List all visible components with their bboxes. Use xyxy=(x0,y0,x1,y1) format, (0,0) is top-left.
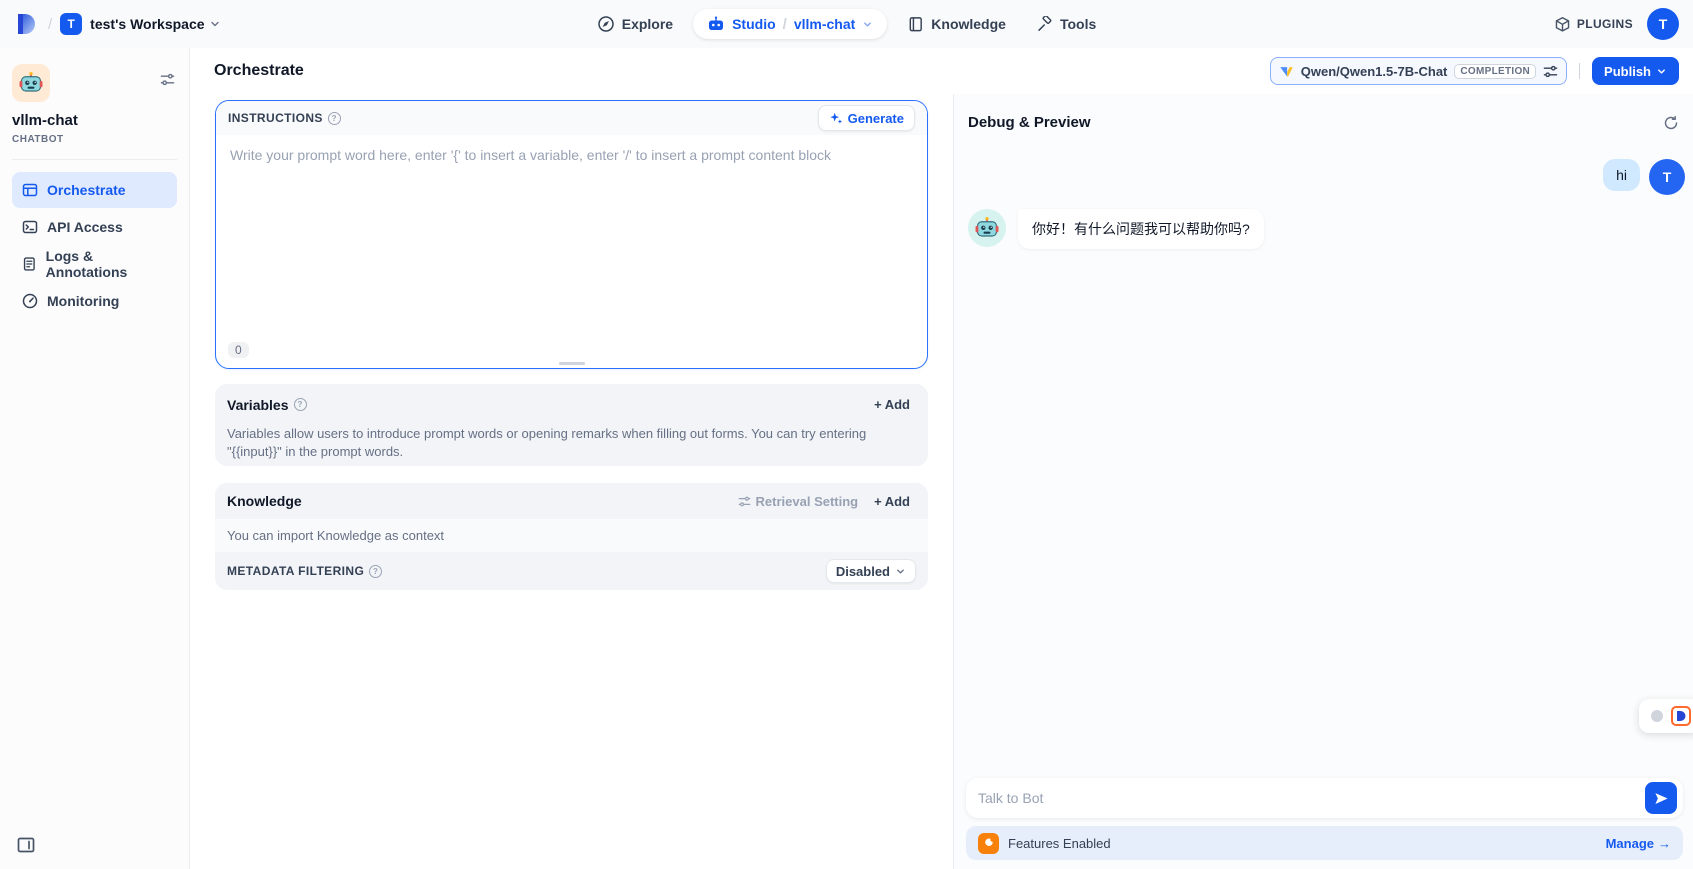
publish-button[interactable]: Publish xyxy=(1592,57,1679,85)
prompt-editor-input[interactable]: Write your prompt word here, enter '{' t… xyxy=(216,135,927,335)
features-bar: Features Enabled Manage → xyxy=(966,826,1683,860)
knowledge-section: Knowledge Retrieval Setting + Add xyxy=(215,483,928,590)
manage-features-link[interactable]: Manage → xyxy=(1606,836,1671,851)
orchestrate-editor: INSTRUCTIONS ? Generate Write your promp… xyxy=(190,94,953,869)
model-selector[interactable]: Qwen/Qwen1.5-7B-Chat COMPLETION xyxy=(1270,57,1567,85)
help-icon: ? xyxy=(369,565,382,578)
app-name: vllm-chat xyxy=(12,112,177,129)
collapse-sidebar-button[interactable] xyxy=(16,835,36,855)
chevron-down-icon xyxy=(1656,66,1667,77)
page-title: Orchestrate xyxy=(214,62,304,80)
variables-description: Variables allow users to introduce promp… xyxy=(227,425,867,461)
robot-avatar-icon xyxy=(974,215,1000,241)
chat-input[interactable] xyxy=(978,790,1645,806)
send-button[interactable] xyxy=(1645,782,1677,814)
nav-explore[interactable]: Explore xyxy=(587,9,683,39)
user-chat-avatar: T xyxy=(1649,159,1685,195)
orchestrate-icon xyxy=(22,182,38,198)
nav-knowledge[interactable]: Knowledge xyxy=(897,10,1016,39)
app-operations-button[interactable] xyxy=(160,72,175,87)
widget-dot-icon xyxy=(1651,710,1663,722)
robot-avatar-icon xyxy=(18,70,44,96)
chevron-down-icon xyxy=(895,566,906,577)
studio-app-name: vllm-chat xyxy=(794,16,855,32)
chat-input-container xyxy=(966,778,1683,818)
main-header: Orchestrate Qwen/Qwen1.5-7B-Chat COMPLET… xyxy=(190,48,1693,94)
send-icon xyxy=(1654,791,1669,806)
sparkles-icon xyxy=(829,111,843,125)
variables-section: Variables ? + Add Variables allow users … xyxy=(215,384,928,466)
arrow-right-icon: → xyxy=(1658,836,1671,851)
chat-input-area: Features Enabled Manage → xyxy=(954,778,1693,869)
widget-logo-icon xyxy=(1671,706,1691,726)
user-avatar[interactable]: T xyxy=(1647,8,1679,40)
top-bar: / T test's Workspace Explore Studio / xyxy=(0,0,1693,48)
sidebar-item-orchestrate[interactable]: Orchestrate xyxy=(12,172,177,208)
sidebar-item-monitoring[interactable]: Monitoring xyxy=(12,283,177,319)
help-icon: ? xyxy=(294,398,307,411)
breadcrumb-separator: / xyxy=(48,16,52,33)
logs-icon xyxy=(22,256,37,272)
char-count-badge: 0 xyxy=(228,342,249,358)
resize-handle[interactable] xyxy=(559,362,585,365)
retrieval-setting-button[interactable]: Retrieval Setting xyxy=(738,494,859,509)
retrieval-settings-icon xyxy=(738,495,751,508)
chevron-down-icon xyxy=(209,18,221,30)
header-divider xyxy=(1579,63,1580,79)
features-icon xyxy=(978,833,999,854)
compass-icon xyxy=(597,15,615,33)
model-mode-badge: COMPLETION xyxy=(1454,64,1536,79)
metadata-filtering-title: METADATA FILTERING ? xyxy=(227,564,382,578)
chat-message-assistant: 你好！有什么问题我可以帮助你吗? xyxy=(968,209,1685,249)
nav-tools[interactable]: Tools xyxy=(1026,10,1106,39)
chevron-down-icon xyxy=(862,19,873,30)
chat-message-user: hi T xyxy=(968,159,1685,195)
plus-icon: + xyxy=(874,397,882,412)
workspace-selector[interactable]: test's Workspace xyxy=(90,16,220,32)
help-icon: ? xyxy=(328,112,341,125)
generate-button[interactable]: Generate xyxy=(818,105,915,131)
app-type-label: CHATBOT xyxy=(12,134,177,145)
add-variable-button[interactable]: + Add xyxy=(868,394,916,415)
sidebar-item-api-access[interactable]: API Access xyxy=(12,209,177,245)
hammer-icon xyxy=(1036,16,1053,33)
gauge-icon xyxy=(22,293,38,309)
dify-logo[interactable] xyxy=(14,12,40,36)
plus-icon: + xyxy=(874,494,882,509)
debug-preview-panel: Debug & Preview hi T xyxy=(953,94,1693,869)
app-avatar[interactable] xyxy=(12,64,50,102)
metadata-filtering-select[interactable]: Disabled xyxy=(826,559,916,583)
instructions-panel: INSTRUCTIONS ? Generate Write your promp… xyxy=(215,100,928,369)
package-icon xyxy=(1554,16,1571,33)
terminal-icon xyxy=(22,219,38,235)
plugins-button[interactable]: PLUGINS xyxy=(1554,16,1633,33)
user-message-bubble: hi xyxy=(1603,159,1640,191)
book-icon xyxy=(907,16,924,33)
variables-title: Variables ? xyxy=(227,397,307,413)
model-settings-icon[interactable] xyxy=(1543,64,1558,79)
bot-chat-avatar xyxy=(968,209,1006,247)
add-knowledge-button[interactable]: + Add xyxy=(868,491,916,512)
assistant-message-bubble: 你好！有什么问题我可以帮助你吗? xyxy=(1018,209,1264,249)
sidebar-divider xyxy=(12,159,177,160)
sidebar-item-logs-annotations[interactable]: Logs & Annotations xyxy=(12,246,177,282)
studio-label: Studio xyxy=(732,16,776,32)
knowledge-title: Knowledge xyxy=(227,493,302,509)
knowledge-description: You can import Knowledge as context xyxy=(215,519,928,552)
chat-area: hi T xyxy=(954,139,1693,778)
instructions-title: INSTRUCTIONS ? xyxy=(228,111,341,125)
features-label: Features Enabled xyxy=(1008,836,1111,851)
restart-conversation-icon[interactable] xyxy=(1663,115,1679,131)
app-sidebar: vllm-chat CHATBOT Orchestrate API Access… xyxy=(0,48,190,869)
workspace-chip[interactable]: T xyxy=(60,13,82,35)
model-name: Qwen/Qwen1.5-7B-Chat xyxy=(1301,64,1448,79)
nav-studio-active[interactable]: Studio / vllm-chat xyxy=(693,9,887,39)
studio-separator: / xyxy=(783,16,787,33)
feedback-widget[interactable] xyxy=(1639,699,1693,733)
robot-icon xyxy=(707,15,725,33)
vllm-logo-icon xyxy=(1279,64,1294,79)
debug-preview-title: Debug & Preview xyxy=(968,114,1091,131)
